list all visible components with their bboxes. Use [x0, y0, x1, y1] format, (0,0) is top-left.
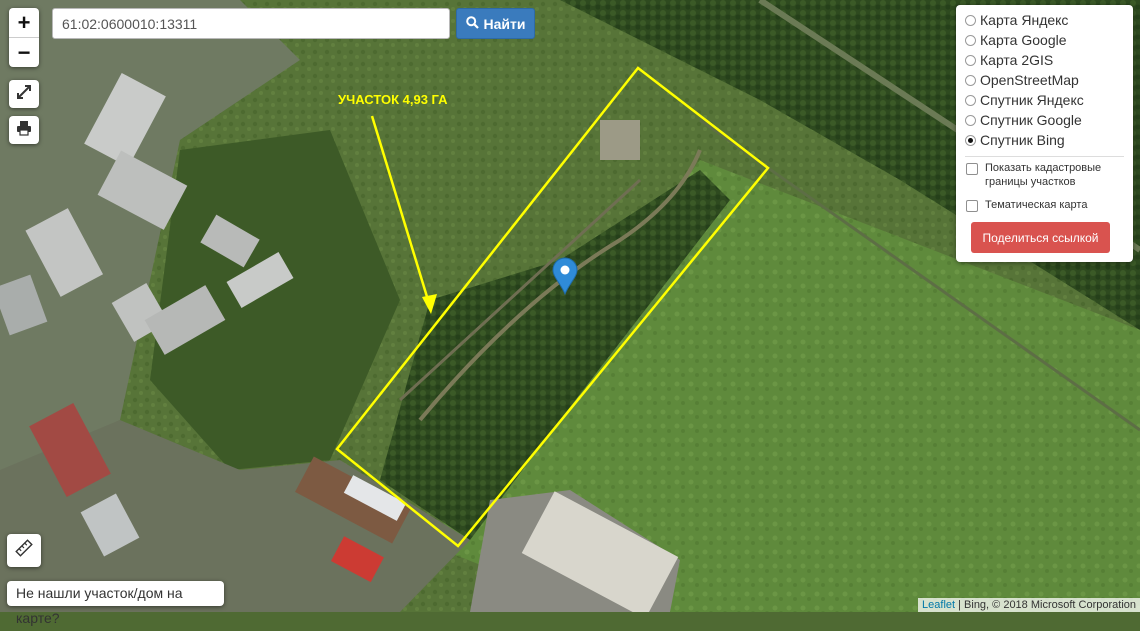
radio-bing-satellite[interactable]: [965, 134, 976, 146]
radio-openstreetmap[interactable]: [965, 74, 976, 86]
cadastral-search-input[interactable]: [52, 8, 450, 39]
layer-switcher: Карта Яндекс Карта Google Карта 2GIS Ope…: [956, 5, 1133, 262]
layer-option-google-map[interactable]: Карта Google: [965, 30, 1133, 50]
layer-option-openstreetmap[interactable]: OpenStreetMap: [965, 70, 1133, 90]
not-found-help-button[interactable]: Не нашли участок/дом на карте?: [7, 581, 224, 626]
expand-icon: [16, 84, 32, 105]
zoom-control: + −: [9, 8, 39, 67]
parcel-annotation-label: УЧАСТОК 4,93 ГА: [338, 92, 448, 107]
find-button-label: Найти: [483, 15, 526, 32]
radio-google-satellite[interactable]: [965, 114, 976, 126]
leaflet-link[interactable]: Leaflet: [922, 599, 955, 611]
share-link-button[interactable]: Поделиться ссылкой: [971, 222, 1110, 253]
layer-option-yandex-satellite[interactable]: Спутник Яндекс: [965, 90, 1133, 110]
layer-divider: [965, 156, 1124, 157]
layer-option-bing-satellite[interactable]: Спутник Bing: [965, 130, 1133, 150]
ruler-icon: [15, 539, 33, 562]
layer-option-2gis-map[interactable]: Карта 2GIS: [965, 50, 1133, 70]
layer-option-yandex-map[interactable]: Карта Яндекс: [965, 10, 1133, 30]
find-button[interactable]: Найти: [456, 8, 535, 39]
show-cadastral-toggle[interactable]: Показать кадастровые границы участков: [965, 161, 1133, 189]
thematic-map-checkbox[interactable]: [966, 200, 978, 212]
thematic-map-toggle[interactable]: Тематическая карта: [965, 198, 1133, 212]
radio-yandex-satellite[interactable]: [965, 94, 976, 106]
fullscreen-button[interactable]: [9, 80, 39, 108]
attribution-text: | Bing, © 2018 Microsoft Corporation: [955, 599, 1136, 611]
zoom-out-button[interactable]: −: [9, 37, 39, 67]
radio-2gis-map[interactable]: [965, 54, 976, 66]
search-icon: [465, 15, 479, 32]
show-cadastral-checkbox[interactable]: [966, 163, 978, 175]
zoom-in-button[interactable]: +: [9, 8, 39, 37]
radio-google-map[interactable]: [965, 34, 976, 46]
print-button[interactable]: [9, 116, 39, 144]
measure-button[interactable]: [7, 534, 41, 567]
print-icon: [16, 120, 32, 141]
radio-yandex-map[interactable]: [965, 14, 976, 26]
layer-option-google-satellite[interactable]: Спутник Google: [965, 110, 1133, 130]
map-attribution: Leaflet | Bing, © 2018 Microsoft Corpora…: [918, 598, 1140, 612]
